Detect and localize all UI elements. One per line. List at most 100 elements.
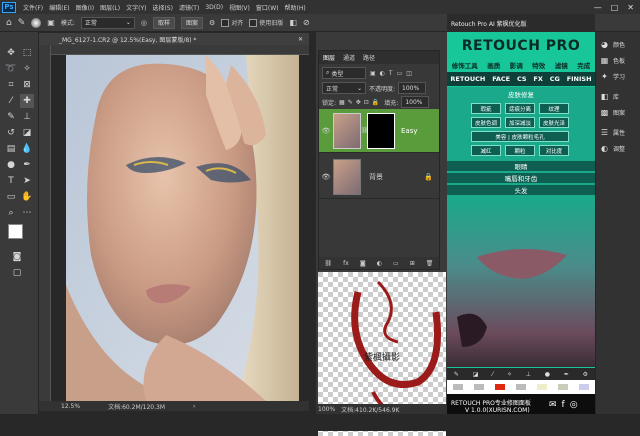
menu-3d[interactable]: 3D(D) [202, 4, 226, 11]
history-brush-icon[interactable]: ↺ [4, 126, 18, 140]
shape-tool-icon[interactable]: ▭ [4, 190, 18, 204]
path-select-icon[interactable]: ➤ [20, 174, 34, 188]
eyes-section[interactable]: 眼睛 [447, 161, 595, 171]
menu-view[interactable]: 视图(V) [226, 3, 253, 12]
flag-icon[interactable] [452, 384, 463, 390]
layer-name[interactable]: 背景 [369, 172, 383, 182]
quick-select-icon[interactable]: ✧ [20, 62, 34, 76]
gear-icon[interactable]: ⚙ [583, 371, 588, 378]
lasso-tool-icon[interactable]: ➰ [4, 62, 18, 76]
texture-button[interactable]: 纹理 [539, 103, 569, 114]
align-checkbox[interactable]: 对齐 [221, 18, 243, 27]
menu-type[interactable]: 文字(Y) [123, 3, 149, 12]
flag-icon[interactable] [473, 384, 484, 390]
home-icon[interactable]: ⌂ [6, 18, 12, 28]
foreground-color-swatch[interactable] [8, 224, 23, 239]
menu-image[interactable]: 图像(I) [73, 3, 97, 12]
clone-source-icon[interactable]: ▣ [47, 18, 55, 27]
fx-icon[interactable]: fx [343, 260, 349, 267]
tab-paths[interactable]: 路径 [363, 53, 375, 62]
use-legacy-checkbox[interactable]: 使用旧版 [249, 18, 283, 27]
add-mask-icon[interactable]: ◙ [360, 260, 366, 267]
menu-finish[interactable]: 完成 [577, 60, 590, 70]
eraser-tool-icon[interactable]: ◪ [20, 126, 34, 140]
link-layers-icon[interactable]: ⛓ [325, 260, 333, 267]
eyedropper-icon[interactable]: ⁄ [492, 371, 493, 378]
doc2-zoom[interactable]: 100% [318, 406, 335, 413]
tab-face[interactable]: FACE [492, 75, 510, 83]
pen-tool-icon[interactable]: ✒ [20, 158, 34, 172]
panel-adjustments[interactable]: ◐ 调整 [600, 144, 625, 153]
blur-tool-icon[interactable]: 💧 [20, 142, 34, 156]
lock-all-icon[interactable]: 🔒 [372, 99, 379, 106]
facebook-icon[interactable]: f [562, 400, 565, 410]
tab-cs[interactable]: CS [517, 75, 527, 83]
tab-cg[interactable]: CG [550, 75, 560, 83]
panel-libraries[interactable]: ◧ 库 [600, 92, 619, 101]
skin-tone-button[interactable]: 皮肤色调 [471, 117, 501, 128]
menu-filters[interactable]: 滤镜 [555, 60, 568, 70]
opacity-field[interactable]: 100% [398, 82, 427, 94]
lock-pixels-icon[interactable]: ▦ [339, 99, 345, 106]
hand-tool-icon[interactable]: ✋ [20, 190, 34, 204]
marquee-tool-icon[interactable]: ⬚ [20, 46, 34, 60]
menu-window[interactable]: 窗口(W) [253, 3, 282, 12]
menu-help[interactable]: 帮助(H) [282, 3, 309, 12]
healing-brush-icon[interactable]: ✚ [20, 94, 34, 108]
more-tools-icon[interactable]: ⋯ [20, 206, 34, 220]
zoom-level[interactable]: 12.5% [61, 403, 80, 410]
visibility-eye-icon[interactable]: 👁 [319, 173, 333, 181]
reduce-red-button[interactable]: 减红 [471, 145, 501, 156]
crop-tool-icon[interactable]: ⌗ [4, 78, 18, 92]
brush-tool-icon[interactable]: ✎ [4, 110, 18, 124]
wand-icon[interactable]: ✧ [507, 371, 512, 378]
lips-teeth-section[interactable]: 嘴唇和牙齿 [447, 173, 595, 183]
flag-icon[interactable] [558, 384, 569, 390]
lock-move-icon[interactable]: ✥ [356, 99, 361, 106]
menu-file[interactable]: 文件(F) [20, 3, 46, 12]
menu-tone[interactable]: 影调 [510, 60, 523, 70]
instagram-icon[interactable]: ◎ [570, 400, 578, 410]
document-tab[interactable]: _MG_6127-1.CR2 @ 12.5%(Easy, 图层蒙版/8) * ✕ [39, 33, 309, 45]
status-arrow-icon[interactable]: › [193, 403, 195, 410]
brush-preset-icon[interactable] [31, 17, 42, 28]
layer-row-background[interactable]: 👁 背景 🔒 [319, 155, 439, 199]
layer-name[interactable]: Easy [401, 127, 418, 135]
flag-icon[interactable] [537, 384, 548, 390]
dodge-burn-button[interactable]: 加深减淡 [505, 117, 535, 128]
menu-layer[interactable]: 图层(L) [97, 3, 123, 12]
screen-mode-icon[interactable]: ▢ [10, 266, 24, 280]
menu-effects[interactable]: 特效 [532, 60, 545, 70]
gradient-tool-icon[interactable]: ▤ [4, 142, 18, 156]
folder-icon[interactable]: ▭ [393, 260, 399, 267]
layer-row-easy[interactable]: 👁 ⛓ Easy [319, 109, 439, 153]
blemish-button[interactable]: 瑕疵 [471, 103, 501, 114]
lock-artboard-icon[interactable]: ⊡ [364, 99, 369, 106]
filter-adjust-icon[interactable]: ◐ [380, 70, 385, 77]
layer-kind-filter[interactable]: ⌕ 类型 [322, 67, 366, 79]
brush-icon[interactable]: ✎ [454, 371, 459, 378]
panel-color[interactable]: ◕ 颜色 [600, 40, 625, 49]
panel-swatches[interactable]: ▦ 色板 [600, 56, 625, 65]
tab-finish[interactable]: FINISH [567, 75, 592, 83]
canvas-photo[interactable] [66, 55, 299, 401]
pressure-icon[interactable]: ◎ [141, 19, 147, 27]
lock-paint-icon[interactable]: ✎ [348, 99, 353, 106]
trash-icon[interactable]: 🗑 [426, 260, 434, 267]
eyedropper-tool-icon[interactable]: ⁄ [4, 94, 18, 108]
layer-mask-thumbnail[interactable] [367, 112, 395, 149]
stamp-icon[interactable]: ⊥ [526, 371, 531, 378]
menu-select[interactable]: 选择(S) [149, 3, 176, 12]
menu-filter[interactable]: 滤镜(T) [176, 3, 202, 12]
minimize-button[interactable]: — [594, 3, 602, 12]
visibility-eye-icon[interactable]: 👁 [319, 127, 333, 135]
doc2-info[interactable]: 文档:410.2K/546.9K [341, 405, 399, 414]
flag-icon[interactable] [579, 384, 590, 390]
mode-select[interactable]: 正常 ⌄ [80, 16, 135, 29]
ignore-adjust-icon[interactable]: ⊘ [303, 18, 310, 27]
sample-all-icon[interactable]: ◧ [289, 18, 297, 27]
panel-patterns[interactable]: ▩ 图案 [600, 108, 625, 117]
gear-icon[interactable]: ⚙ [209, 19, 215, 27]
menu-quality[interactable]: 画质 [487, 60, 500, 70]
contrast-button[interactable]: 对比度 [539, 145, 569, 156]
